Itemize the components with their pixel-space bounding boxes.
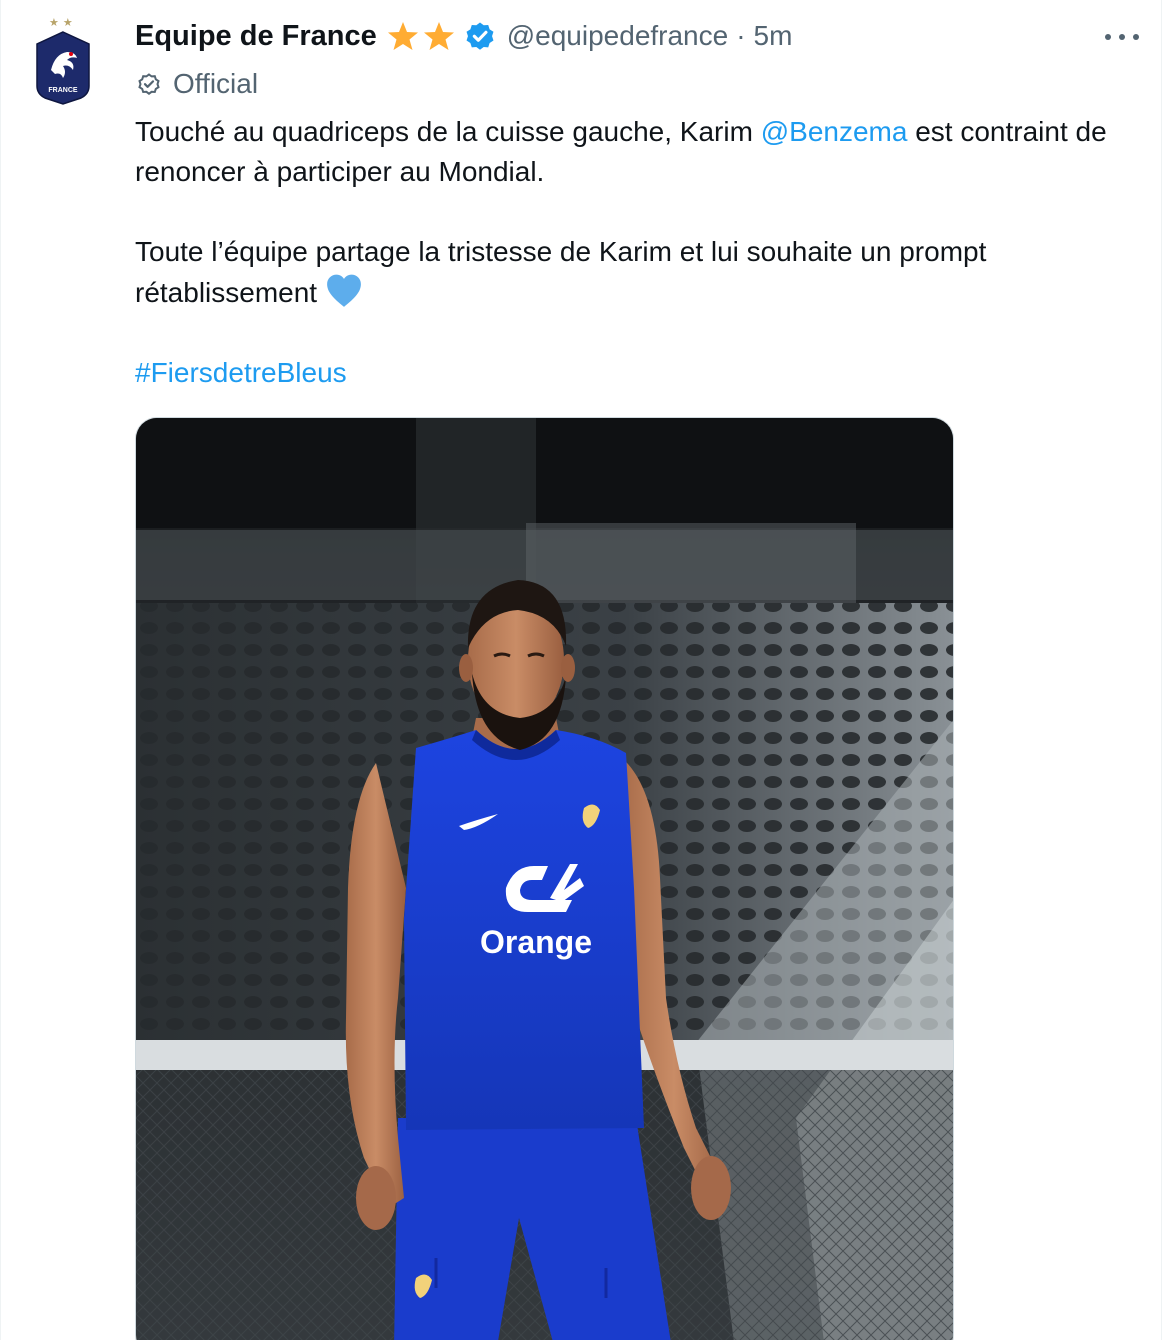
blue-heart-emoji-icon (327, 274, 361, 307)
tweet-header: Equipe de France @equipedefrance · 5m (135, 14, 792, 58)
more-dots-icon (1119, 34, 1125, 40)
more-dots-icon (1105, 34, 1111, 40)
tweet-text-segment: Touché au quadriceps de la cuisse gauche… (135, 116, 761, 147)
official-label-row: Official (135, 64, 258, 104)
separator-dot: · (736, 20, 746, 51)
tweet-paragraph-1: Touché au quadriceps de la cuisse gauche… (135, 112, 1145, 192)
more-options-button[interactable] (1105, 22, 1139, 52)
tweet-media-image[interactable]: Orange (135, 417, 954, 1340)
tweet-paragraph-2: Toute l’équipe partage la tristesse de K… (135, 232, 1145, 313)
star-emoji-icon (387, 22, 418, 50)
sponsor-text: Orange (480, 924, 592, 960)
more-dots-icon (1133, 34, 1139, 40)
display-name[interactable]: Equipe de France (135, 20, 377, 53)
player-photo: Orange (136, 418, 953, 1340)
avatar-stars-icon: ★★ (49, 17, 77, 29)
tweet-text-segment: Toute l’équipe partage la tristesse de K… (135, 236, 987, 308)
official-check-icon (138, 73, 160, 95)
user-handle[interactable]: @equipedefrance (507, 20, 728, 52)
timestamp[interactable]: 5m (754, 20, 793, 52)
official-label: Official (173, 68, 259, 99)
avatar[interactable]: ★★ FRANCE (23, 14, 103, 114)
tweet-card[interactable]: ★★ FRANCE Equipe de France @equipedefran… (0, 0, 1162, 1340)
tweet-text: Touché au quadriceps de la cuisse gauche… (135, 112, 1145, 393)
verified-badge-icon[interactable] (463, 19, 497, 53)
hashtag-link[interactable]: #FiersdetreBleus (135, 357, 347, 388)
star-emoji-icon (423, 22, 454, 50)
fff-crest-icon: FRANCE (36, 31, 90, 105)
tweet-paragraph-3: #FiersdetreBleus (135, 353, 1145, 393)
mention-link[interactable]: @Benzema (761, 116, 908, 147)
avatar-label: FRANCE (48, 87, 77, 94)
